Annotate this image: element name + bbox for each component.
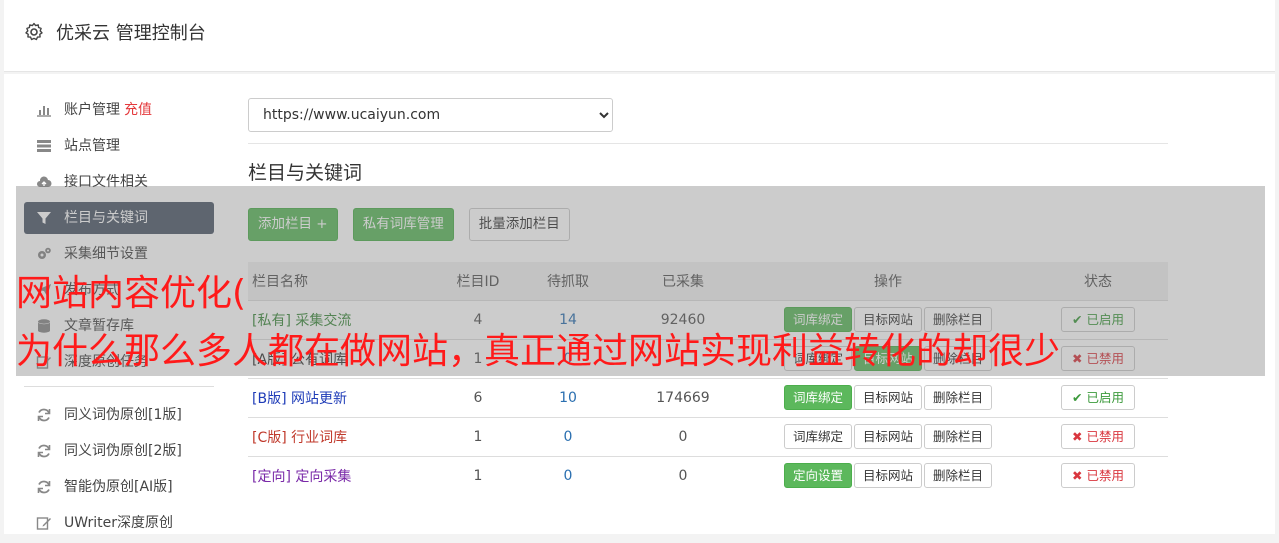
sidebar-item-sites[interactable]: 站点管理 xyxy=(24,130,214,162)
directed-settings-button[interactable]: 定向设置 xyxy=(783,463,852,489)
table-row: [定向] 定向采集 1 0 0 定向设置 目标网站 删除栏目 ✖ 已禁用 xyxy=(248,455,1168,495)
status-cell: ✖ 已禁用 xyxy=(1028,455,1168,495)
actions-cell: 定向设置 目标网站 删除栏目 xyxy=(748,455,1028,495)
recharge-link[interactable]: 充值 xyxy=(124,102,152,118)
bind-lexicon-button[interactable]: 词库绑定 xyxy=(783,385,852,410)
cross-icon: ✖ xyxy=(1072,429,1083,444)
pending-count[interactable]: 10 xyxy=(518,377,618,417)
bind-lexicon-button[interactable]: 词库绑定 xyxy=(783,424,852,449)
sidebar-item-label: UWriter深度原创 xyxy=(64,515,173,531)
sidebar-item-synonym-1[interactable]: 同义词伪原创[1版] xyxy=(24,399,214,431)
status-toggle[interactable]: ✔ 已启用 xyxy=(1061,385,1135,410)
status-cell: ✖ 已禁用 xyxy=(1028,416,1168,456)
sidebar-item-ai-rewrite[interactable]: 智能伪原创[AI版] xyxy=(24,471,214,503)
status-toggle[interactable]: ✖ 已禁用 xyxy=(1061,424,1135,449)
column-name: 网站更新 xyxy=(290,390,347,407)
sidebar-item-account[interactable]: 账户管理 充值 xyxy=(24,94,214,126)
column-tag: [B版] xyxy=(252,390,287,407)
column-name: 定向采集 xyxy=(295,468,352,485)
refresh-icon xyxy=(37,408,51,422)
collected-count: 0 xyxy=(618,455,748,495)
status-label: 已启用 xyxy=(1086,390,1124,405)
target-site-button[interactable]: 目标网站 xyxy=(853,424,922,449)
delete-column-button[interactable]: 删除栏目 xyxy=(924,385,993,410)
refresh-icon xyxy=(37,444,51,458)
column-link[interactable]: [B版] 网站更新 xyxy=(252,391,347,407)
watermark-line-2: 为什么那么多人都在做网站，真正通过网站实现利益转化的却很少 xyxy=(16,331,1061,372)
column-link[interactable]: [定向] 定向采集 xyxy=(252,469,351,485)
sidebar-item-label: 智能伪原创[AI版] xyxy=(64,479,173,495)
target-site-button[interactable]: 目标网站 xyxy=(853,463,922,489)
column-name-cell: [定向] 定向采集 xyxy=(248,455,438,495)
column-id: 1 xyxy=(438,416,518,456)
collected-count: 174669 xyxy=(618,377,748,417)
sidebar-item-label: 同义词伪原创[2版] xyxy=(64,443,182,459)
pending-count[interactable]: 0 xyxy=(518,455,618,495)
status-cell: ✔ 已启用 xyxy=(1028,377,1168,417)
gear-icon xyxy=(25,22,43,41)
app-window: 优采云 管理控制台 账户管理充值 站点管理 接口文件相关 栏目与关键词 采集细 xyxy=(0,0,1279,534)
edit-icon xyxy=(36,517,51,530)
column-id: 1 xyxy=(438,455,518,495)
column-link[interactable]: [C版] 行业词库 xyxy=(252,430,347,446)
server-icon xyxy=(37,140,51,152)
table-row: [C版] 行业词库 1 0 0 词库绑定 目标网站 删除栏目 ✖ 已禁用 xyxy=(248,416,1168,456)
sidebar-item-label: 账户管理 xyxy=(64,102,120,118)
section-title: 栏目与关键词 xyxy=(248,162,363,184)
delete-column-button[interactable]: 删除栏目 xyxy=(924,463,993,489)
site-select[interactable]: https://www.ucaiyun.com xyxy=(248,98,613,132)
sidebar-item-synonym-2[interactable]: 同义词伪原创[2版] xyxy=(24,435,214,467)
status-label: 已禁用 xyxy=(1086,468,1124,484)
column-name-cell: [C版] 行业词库 xyxy=(248,416,438,456)
status-label: 已禁用 xyxy=(1086,429,1124,444)
column-name-cell: [B版] 网站更新 xyxy=(248,377,438,417)
actions-cell: 词库绑定 目标网站 删除栏目 xyxy=(748,377,1028,417)
column-id: 6 xyxy=(438,377,518,417)
watermark-line-1: 网站内容优化( xyxy=(16,273,247,314)
refresh-icon xyxy=(37,480,51,494)
check-icon: ✔ xyxy=(1072,390,1083,405)
column-tag: [定向] xyxy=(252,468,291,485)
delete-column-button[interactable]: 删除栏目 xyxy=(924,424,993,449)
divider xyxy=(248,143,1168,144)
pending-count[interactable]: 0 xyxy=(518,416,618,456)
column-tag: [C版] xyxy=(252,429,287,446)
sidebar-item-uwriter[interactable]: UWriter深度原创 xyxy=(24,507,214,539)
target-site-button[interactable]: 目标网站 xyxy=(853,385,922,410)
top-bar: 优采云 管理控制台 xyxy=(4,0,1275,72)
table-row: [B版] 网站更新 6 10 174669 词库绑定 目标网站 删除栏目 ✔ 已启用 xyxy=(248,377,1168,417)
sidebar-divider xyxy=(24,386,214,387)
column-name: 行业词库 xyxy=(291,429,348,446)
actions-cell: 词库绑定 目标网站 删除栏目 xyxy=(748,416,1028,456)
cross-icon: ✖ xyxy=(1072,468,1083,484)
collected-count: 0 xyxy=(618,416,748,456)
sidebar-item-label: 站点管理 xyxy=(64,138,120,154)
bar-chart-icon xyxy=(37,106,51,117)
page-title: 优采云 管理控制台 xyxy=(56,23,206,44)
sidebar-item-label: 同义词伪原创[1版] xyxy=(64,407,182,423)
status-toggle[interactable]: ✖ 已禁用 xyxy=(1061,463,1135,489)
